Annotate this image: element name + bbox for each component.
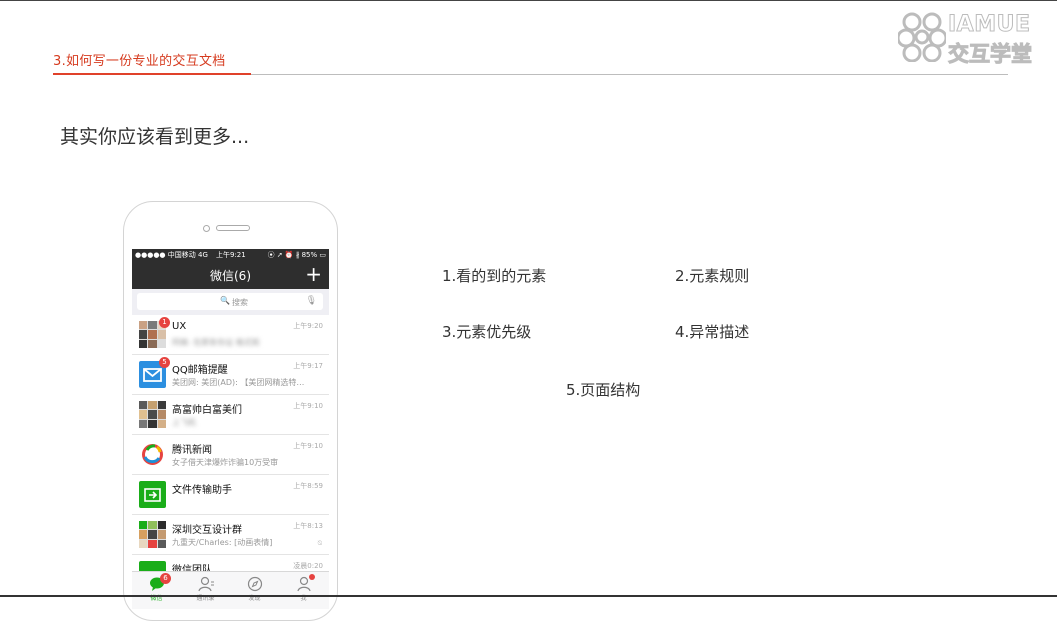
chat-name: 高富帅白富美们	[172, 405, 242, 416]
compass-icon	[247, 576, 262, 592]
logo-text-cn: 交互学堂	[948, 42, 1033, 67]
brand-logo: IAMUE 交互学堂	[896, 10, 1048, 67]
nav-bar: 微信(6) +	[132, 261, 329, 289]
chat-time: 上午9:20	[293, 322, 323, 330]
chat-row-group[interactable]: 高富帅白富美们 上飞机 上午9:10	[132, 395, 329, 435]
slide-subtitle: 其实你应该看到更多...	[60, 126, 250, 148]
tab-chats[interactable]: 6 微信	[132, 573, 181, 602]
contacts-icon	[197, 576, 214, 592]
status-time: 上午9:21	[216, 251, 246, 259]
logo-text-en: IAMUE	[948, 12, 1031, 38]
chat-time: 上午8:59	[293, 482, 323, 490]
logo-flower-icon	[896, 12, 948, 63]
notification-dot	[309, 574, 315, 580]
file-transfer-icon	[139, 481, 166, 508]
search-bar: 🔍 搜索 🎙	[132, 289, 329, 315]
status-bar: ●●●●● 中国移动 4G 上午9:21 ⦿ ➚ ⏰ ∦ 85% ▭	[132, 249, 329, 261]
tab-discover[interactable]: 发现	[230, 574, 279, 602]
point-exception-description: 4.异常描述	[675, 323, 750, 341]
unread-badge: 5	[159, 357, 170, 368]
news-app-icon	[139, 441, 166, 468]
battery-indicator: ⦿ ➚ ⏰ ∦ 85% ▭	[267, 251, 326, 259]
chat-name: 文件传输助手	[172, 485, 232, 496]
chat-time: 上午9:10	[293, 442, 323, 450]
chat-row-design-group[interactable]: 深圳交互设计群 九重天/Charles: [动画表情] 上午8:13 ⍉	[132, 515, 329, 555]
tab-contacts[interactable]: 通讯录	[181, 574, 230, 602]
chat-row-filetransfer[interactable]: 文件传输助手 上午8:59	[132, 475, 329, 515]
tab-bar: 6 微信 通讯录 发现 我	[132, 571, 329, 609]
point-visible-elements: 1.看的到的元素	[442, 267, 547, 285]
search-placeholder: 搜索	[232, 298, 248, 307]
tab-badge: 6	[160, 573, 171, 584]
chat-preview: 美团网: 美团(AD): 【美团网精选特…	[172, 378, 305, 387]
section-title: 3.如何写一份专业的交互文档	[53, 54, 226, 69]
chat-preview: 女子借天津爆炸诈骗10万受审	[172, 458, 279, 467]
chat-name: UX	[172, 321, 187, 332]
group-avatar	[139, 521, 166, 548]
point-element-rules: 2.元素规则	[675, 267, 750, 285]
chat-time: 上午9:10	[293, 402, 323, 410]
group-avatar	[139, 401, 166, 428]
nav-title: 微信(6)	[210, 269, 251, 283]
chat-row-qqmail[interactable]: 5 QQ邮箱提醒 美团网: 美团(AD): 【美团网精选特… 上午9:17	[132, 355, 329, 395]
chat-preview: 九重天/Charles: [动画表情]	[172, 538, 273, 547]
header-accent-underline	[53, 73, 251, 75]
point-element-priority: 3.元素优先级	[442, 323, 532, 341]
unread-badge: 1	[159, 317, 170, 328]
chat-list: 1 UX 阿峰: 在那条你证 格式和 上午9:20 5 QQ邮箱提醒 美团网: …	[132, 315, 329, 595]
top-border	[0, 0, 1057, 1]
phone-mockup: ●●●●● 中国移动 4G 上午9:21 ⦿ ➚ ⏰ ∦ 85% ▭ 微信(6)…	[123, 201, 338, 621]
chat-time: 凌晨0:20	[293, 562, 323, 570]
chat-name: 腾讯新闻	[172, 445, 212, 456]
chat-preview: 上飞机	[172, 418, 196, 427]
microphone-icon[interactable]: 🎙	[306, 296, 317, 306]
speaker-grille	[216, 225, 250, 231]
chat-time: 上午9:17	[293, 362, 323, 370]
chat-name: QQ邮箱提醒	[172, 365, 228, 376]
tab-me[interactable]: 我	[279, 574, 328, 602]
search-input[interactable]: 🔍 搜索 🎙	[137, 293, 323, 310]
point-page-structure: 5.页面结构	[566, 381, 641, 399]
chat-name: 深圳交互设计群	[172, 525, 242, 536]
chat-time: 上午8:13	[293, 522, 323, 530]
chat-row-news[interactable]: 腾讯新闻 女子借天津爆炸诈骗10万受审 上午9:10	[132, 435, 329, 475]
camera-icon	[203, 225, 210, 232]
search-icon: 🔍	[220, 296, 230, 305]
chat-row-ux[interactable]: 1 UX 阿峰: 在那条你证 格式和 上午9:20	[132, 315, 329, 355]
mute-icon: ⍉	[317, 539, 322, 547]
carrier-label: ●●●●● 中国移动 4G	[135, 251, 208, 259]
chat-preview: 阿峰: 在那条你证 格式和	[172, 338, 260, 347]
phone-screen: ●●●●● 中国移动 4G 上午9:21 ⦿ ➚ ⏰ ∦ 85% ▭ 微信(6)…	[132, 249, 329, 609]
add-plus-icon[interactable]: +	[305, 262, 322, 286]
